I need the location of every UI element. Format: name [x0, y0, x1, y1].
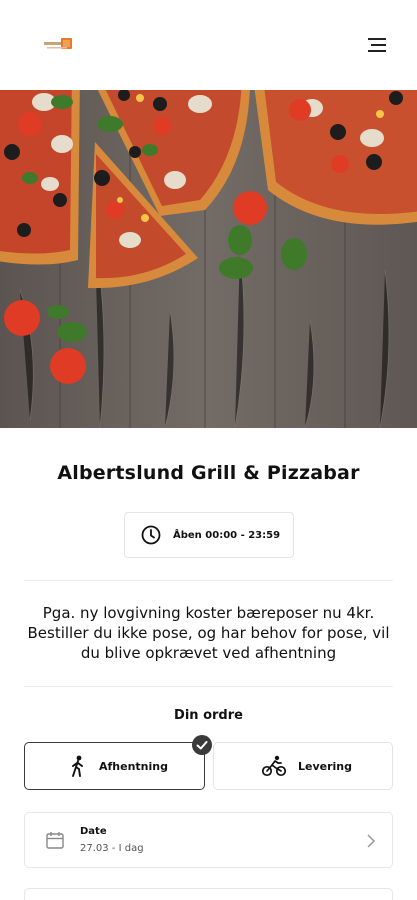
clock-icon: [141, 525, 161, 545]
restaurant-name: Albertslund Grill & Pizzabar: [57, 462, 360, 484]
date-label: Date: [80, 826, 107, 837]
bag-fee-notice: Pga. ny lovgivning koster bæreposer nu 4…: [27, 604, 390, 662]
pickup-option-label: Afhentning: [99, 759, 168, 773]
chevron-right-icon: [367, 834, 376, 848]
opening-hours-badge: Åben 00:00 - 23:59: [124, 512, 294, 558]
divider: [24, 580, 393, 581]
delivery-option-button[interactable]: Levering: [213, 742, 393, 790]
selected-check-icon: [192, 735, 212, 755]
order-option-card[interactable]: [24, 888, 393, 900]
pickup-option-button[interactable]: Afhentning: [24, 742, 205, 790]
date-selector[interactable]: Date 27.03 - I dag: [24, 812, 393, 868]
delivery-option-label: Levering: [298, 759, 353, 773]
divider: [24, 686, 393, 687]
hamburger-menu-icon[interactable]: [366, 36, 388, 54]
calendar-icon: [46, 832, 64, 849]
restaurant-logo[interactable]: [44, 37, 74, 51]
hero-image: [0, 90, 417, 428]
date-value: 27.03 - I dag: [80, 843, 144, 854]
opening-hours-text: Åben 00:00 - 23:59: [173, 529, 281, 541]
app-header: [0, 0, 417, 90]
order-section-title: Din ordre: [174, 708, 243, 723]
cyclist-icon: [262, 755, 286, 777]
walking-person-icon: [72, 755, 83, 777]
